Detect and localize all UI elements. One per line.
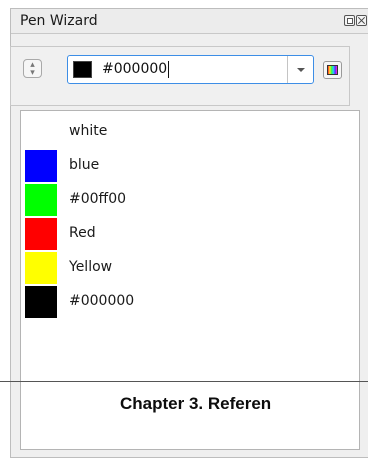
pen-label: Yellow — [69, 259, 113, 275]
color-value-input[interactable]: #000000 — [102, 61, 170, 78]
list-item[interactable]: blue — [25, 150, 345, 184]
close-icon[interactable] — [356, 15, 367, 26]
page-divider — [0, 381, 368, 382]
color-swatch — [25, 218, 57, 250]
up-down-arrows-icon: ▴ ▾ — [30, 60, 35, 78]
color-picker-button[interactable] — [323, 61, 342, 79]
panel-titlebar: Pen Wizard — [11, 9, 368, 34]
pen-label: Red — [69, 225, 96, 241]
panel-title: Pen Wizard — [20, 13, 98, 29]
list-item[interactable]: Red — [25, 218, 345, 252]
pen-label: white — [69, 123, 108, 139]
chapter-heading: Chapter 3. Referen — [120, 394, 272, 413]
current-color-swatch — [73, 61, 92, 78]
color-swatch — [25, 252, 57, 284]
pen-label: #00ff00 — [69, 191, 127, 207]
color-combobox[interactable]: #000000 — [67, 55, 314, 84]
color-swatch — [25, 184, 57, 216]
list-item[interactable]: #00ff00 — [25, 184, 345, 218]
list-item[interactable]: #000000 — [25, 286, 345, 320]
color-swatch — [25, 116, 57, 148]
float-icon[interactable] — [344, 15, 355, 26]
pen-label: blue — [69, 157, 100, 173]
pen-label: #000000 — [69, 293, 135, 309]
list-item[interactable]: white — [25, 116, 345, 150]
color-swatch — [25, 150, 57, 182]
color-picker-icon — [327, 65, 338, 75]
chevron-down-icon[interactable] — [287, 56, 313, 83]
spin-button[interactable]: ▴ ▾ — [23, 59, 42, 78]
color-swatch — [25, 286, 57, 318]
list-item[interactable]: Yellow — [25, 252, 345, 286]
